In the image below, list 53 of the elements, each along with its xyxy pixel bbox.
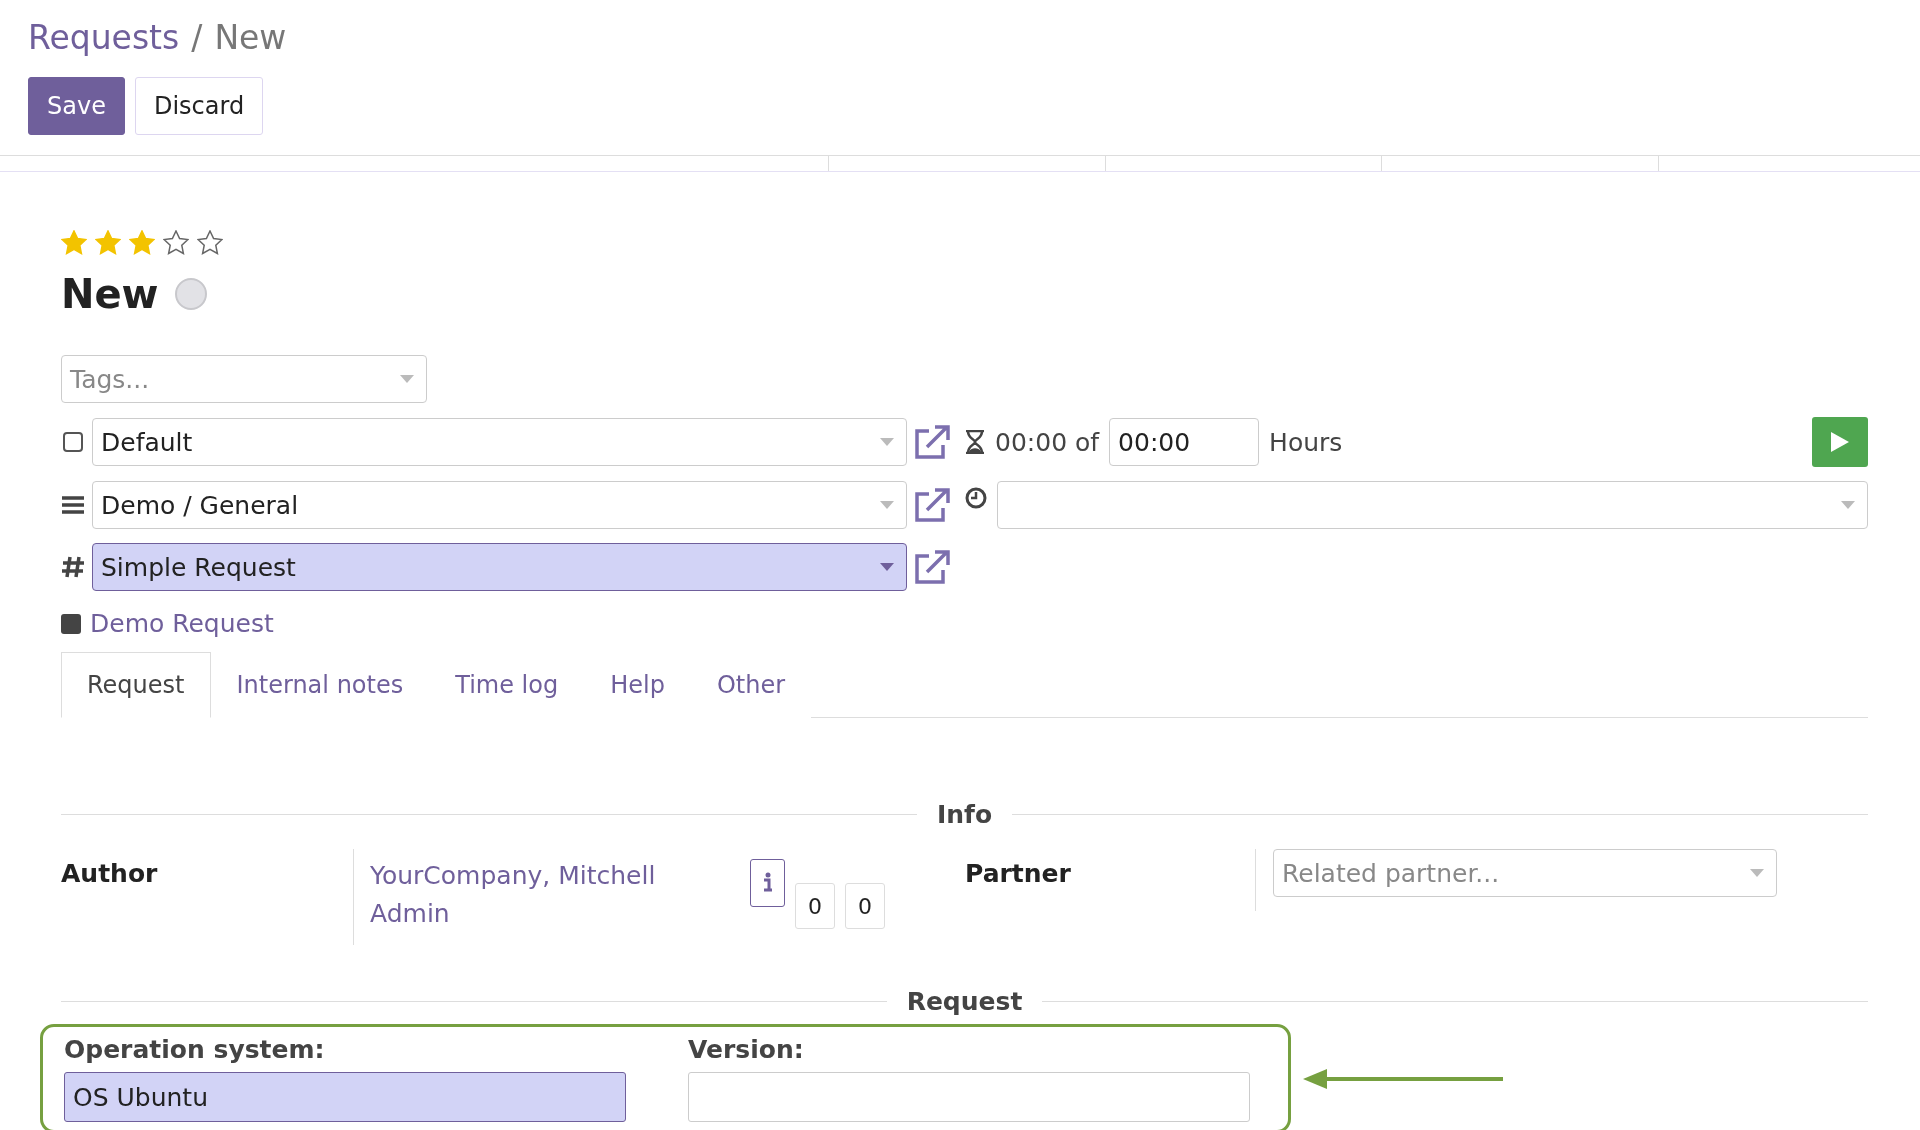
caret-icon	[880, 438, 894, 446]
star-icon[interactable]	[129, 230, 155, 255]
caret-icon	[880, 501, 894, 509]
save-button[interactable]: Save	[28, 77, 125, 135]
info-icon	[762, 871, 773, 892]
select-field[interactable]: Demo / General	[92, 481, 907, 529]
field-label: Partner	[965, 858, 1072, 888]
clock-icon	[965, 487, 987, 509]
field-label: Operation system:	[64, 1035, 326, 1064]
breadcrumb-current: New	[214, 18, 287, 57]
play-button[interactable]	[1812, 417, 1868, 467]
breadcrumb-link[interactable]: Requests	[28, 18, 180, 57]
author-link[interactable]: YourCompany, Mitchell Admin	[370, 857, 670, 933]
related-link[interactable]: Demo Request	[90, 609, 274, 638]
time-spent: 00:00 of	[995, 427, 1100, 457]
tags-field[interactable]: Tags...	[61, 355, 427, 403]
caret-icon	[400, 375, 414, 383]
input-field[interactable]: OS Ubuntu	[64, 1072, 626, 1122]
external-link-icon[interactable]	[913, 488, 951, 522]
hourglass-icon	[965, 430, 985, 454]
star-icon[interactable]	[163, 230, 189, 255]
counter: 0	[795, 883, 835, 929]
caret-icon	[1750, 869, 1764, 877]
star-icon[interactable]	[95, 230, 121, 255]
timer-select-field[interactable]	[997, 481, 1868, 529]
input-field[interactable]	[688, 1072, 1250, 1122]
field-label: Version:	[688, 1035, 805, 1064]
status-circle-icon[interactable]	[174, 278, 207, 310]
select-field[interactable]: Default	[92, 418, 907, 466]
external-link-icon[interactable]	[913, 550, 951, 584]
external-link-icon[interactable]	[913, 425, 951, 459]
hours-unit: Hours	[1269, 427, 1343, 457]
list-icon	[61, 496, 85, 514]
caret-icon	[880, 563, 894, 571]
play-icon	[1831, 432, 1849, 452]
partner-field[interactable]: Related partner...	[1273, 849, 1777, 897]
select-field[interactable]: Simple Request	[92, 543, 907, 591]
star-icon[interactable]	[197, 230, 223, 255]
star-icon[interactable]	[61, 230, 87, 255]
info-button[interactable]	[750, 859, 785, 907]
tab[interactable]: Request	[61, 652, 211, 718]
section-heading: Request	[906, 987, 1023, 1016]
hash-icon	[61, 555, 85, 579]
planned-hours-field[interactable]: 00:00	[1109, 418, 1260, 466]
square-icon	[61, 613, 81, 634]
discard-button[interactable]: Discard	[134, 77, 264, 135]
breadcrumb-separator: /	[191, 18, 203, 57]
checkbox[interactable]	[61, 431, 85, 453]
caret-icon	[1841, 501, 1855, 509]
counter: 0	[845, 883, 885, 929]
record-title: New	[61, 271, 159, 317]
field-label: Author	[61, 858, 159, 888]
section-heading: Info	[936, 800, 993, 829]
